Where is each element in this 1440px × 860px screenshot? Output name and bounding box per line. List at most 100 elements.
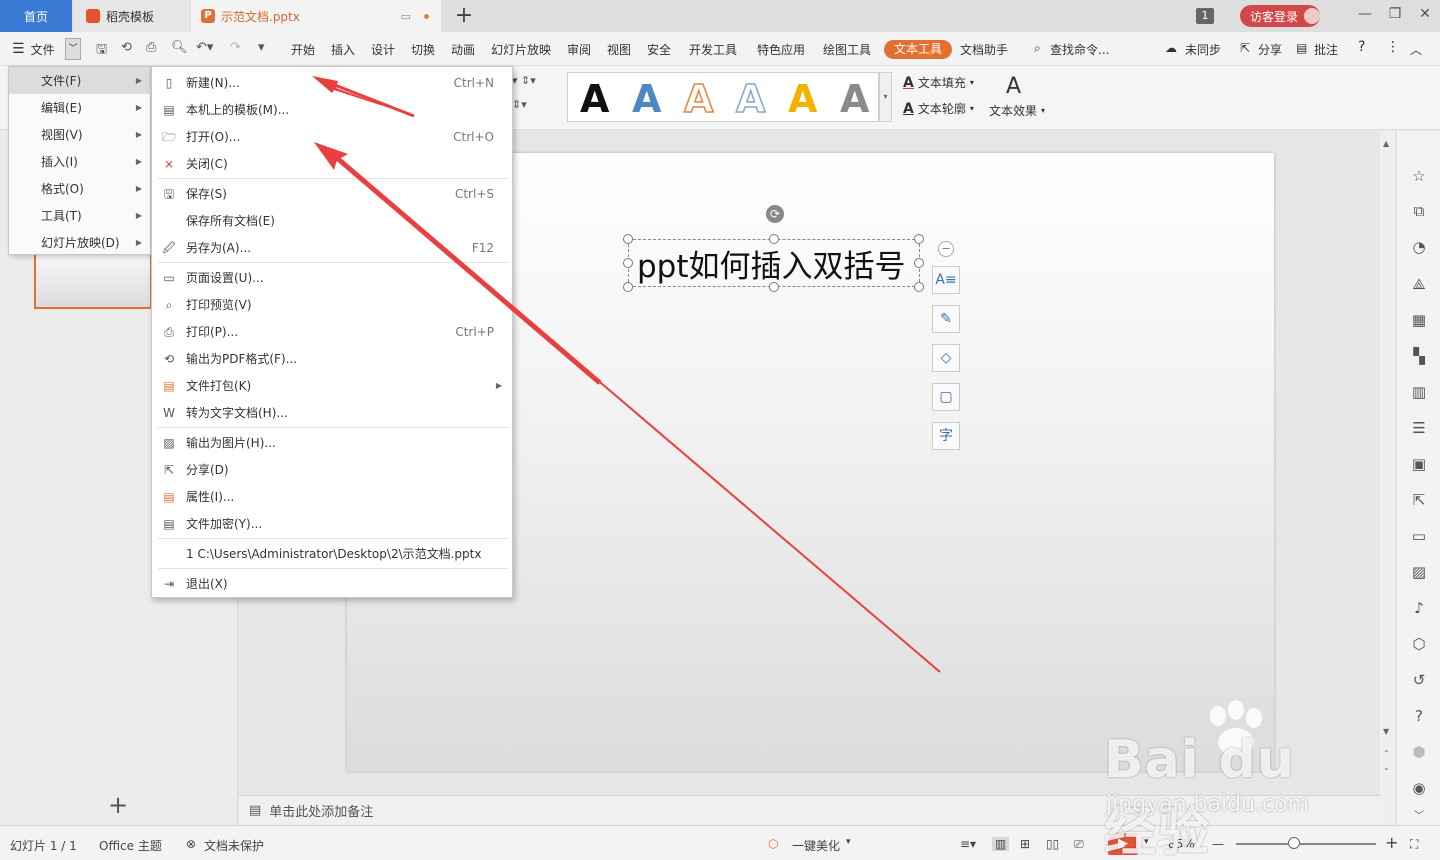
tab-insert[interactable]: 插入 [331,41,355,58]
customize-qat-icon[interactable]: ▾ [258,40,265,55]
tab-design[interactable]: 设计 [371,41,395,58]
tab-doc-assistant[interactable]: 文档助手 [960,41,1008,58]
art-style-gray[interactable]: A [840,77,869,121]
more-icon[interactable]: ⋮ [1386,39,1400,55]
border-tool-icon[interactable]: ▢ [932,383,960,411]
menu-item-recent-file[interactable]: 1 C:\Users\Administrator\Desktop\2\示范文档.… [152,540,512,567]
tab-slideshow[interactable]: 幻灯片放映 [491,41,551,58]
help-circle-icon[interactable]: ? [1409,706,1429,726]
sync-status[interactable]: 未同步 [1185,41,1221,58]
menu-item-save-as[interactable]: 🖉 另存为(A)... F12 [152,234,512,261]
tab-developer[interactable]: 开发工具 [689,41,737,58]
tab-features[interactable]: 特色应用 [757,41,805,58]
text-effect-button[interactable]: 文本效果 ▾ [989,102,1045,119]
title-textbox[interactable]: ppt如何插入双括号 [628,239,920,287]
close-icon[interactable]: ✕ [1414,6,1436,22]
normal-view-icon[interactable]: ▥ [992,837,1010,851]
menu-edit[interactable]: 编辑(E) ▶ [9,94,150,121]
export-share-icon[interactable]: ⇱ [1409,490,1429,510]
help-icon[interactable]: ? [1358,39,1365,55]
file-menu-button[interactable]: ☰ 文件 [12,38,55,60]
redo-icon[interactable]: ↷ [230,40,241,55]
picture-icon[interactable]: ▨ [1409,562,1429,582]
window-count-badge[interactable]: 1 [1196,8,1214,24]
visitor-login-button[interactable]: 访客登录 [1240,5,1320,27]
menu-item-encrypt[interactable]: ▤ 文件加密(Y)... [152,510,512,537]
menu-item-export-pdf[interactable]: ⟲ 输出为PDF格式(F)... [152,345,512,372]
vertical-scrollbar[interactable]: ▲ ▼ ⌃ ⌄ [1380,131,1394,825]
notes-toggle-icon[interactable]: ≡▾ [960,837,976,851]
scroll-up-icon[interactable]: ▲ [1383,139,1389,148]
menu-tools[interactable]: 工具(T) ▶ [9,202,150,229]
theme-name[interactable]: Office 主题 [99,837,162,854]
text-layout-tool-icon[interactable]: A≡ [932,266,960,294]
location-icon[interactable]: ◉ [1409,778,1429,798]
fit-window-icon[interactable]: ⛶ [1410,837,1418,852]
menu-item-open[interactable]: 🗁 打开(O)... Ctrl+O [152,123,512,150]
audio-icon[interactable]: ♪ [1409,598,1429,618]
sorter-view-icon[interactable]: ⊞ [1020,837,1030,851]
resize-handle[interactable] [623,234,633,244]
tab-home[interactable]: 首页 [0,0,72,32]
art-style-blue-outline[interactable]: A [735,76,766,122]
image-gallery-icon[interactable]: ▣ [1409,454,1429,474]
text-fill-button[interactable]: A 文本填充 ▾ [903,74,974,91]
copy-icon[interactable]: ⧉ [1409,201,1429,221]
shapes-icon[interactable]: ◔ [1409,237,1429,257]
menu-item-package[interactable]: ▤ 文件打包(K) ▶ [152,372,512,399]
menu-item-close[interactable]: ⨯ 关闭(C) [152,150,512,177]
add-slide-button[interactable]: + [108,791,128,819]
font-tool-icon[interactable]: 字 [932,422,960,450]
rotate-handle-icon[interactable]: ⟳ [766,205,784,223]
tab-document[interactable]: P 示范文档.pptx ▭ [191,0,441,32]
preview-icon[interactable]: 🔍︎ [171,40,188,55]
comment-button[interactable]: 批注 [1314,41,1338,58]
print-icon[interactable]: ⎙ [146,40,156,55]
text-outline-button[interactable]: A 文本轮廓 ▾ [903,100,974,117]
menu-item-save-all[interactable]: 保存所有文档(E) [152,207,512,234]
tab-view[interactable]: 视图 [607,41,631,58]
cube-icon[interactable]: ⬢ [1409,742,1429,762]
art-style-blue[interactable]: A [632,77,661,121]
scroll-down-icon[interactable]: ▼ [1383,727,1389,736]
beautify-caret-icon[interactable]: ▾ [846,837,851,847]
shield-icon[interactable]: ⬡ [1409,634,1429,654]
menu-insert[interactable]: 插入(I) ▶ [9,148,150,175]
restore-icon[interactable]: ❐ [1384,6,1406,22]
collapse-toolbar-icon[interactable]: − [938,241,954,257]
resize-handle[interactable] [623,282,633,292]
tab-drawing-tools[interactable]: 绘图工具 [823,41,871,58]
line-spacing-icon[interactable]: ⇕▾ [512,98,527,111]
next-slide-icon[interactable]: ⌄ [1383,763,1390,772]
slide-thumbnail[interactable] [34,249,152,309]
undo-icon[interactable]: ↶▾ [196,40,213,55]
sidebar-collapse-icon[interactable]: ﹀ [1409,807,1429,827]
menu-item-exit[interactable]: ⇥ 退出(X) [152,570,512,597]
tab-animation[interactable]: 动画 [451,41,475,58]
presenter-view-icon[interactable]: ⎚ [1074,837,1084,852]
menu-item-to-text[interactable]: W 转为文字文档(H)... [152,399,512,426]
protect-status[interactable]: 文档未保护 [204,837,264,854]
settings-sliders-icon[interactable]: ☰ [1409,418,1429,438]
pen-tool-icon[interactable]: ✎ [932,305,960,333]
menu-view[interactable]: 视图(V) ▶ [9,121,150,148]
menu-format[interactable]: 格式(O) ▶ [9,175,150,202]
menu-item-export-image[interactable]: ▨ 输出为图片(H)... [152,429,512,456]
paragraph-spacing-icon[interactable]: ▾ ⇕▾ [512,74,536,87]
new-tab-button[interactable]: + [452,3,476,28]
fill-tool-icon[interactable]: ◇ [932,344,960,372]
table-icon[interactable]: ▦ [1409,310,1429,330]
menu-slideshow[interactable]: 幻灯片放映(D) ▶ [9,229,150,256]
menu-item-share[interactable]: ⇱ 分享(D) [152,456,512,483]
archive-icon[interactable]: ▭ [1409,526,1429,546]
menu-item-local-template[interactable]: ▤ 本机上的模板(M)... [152,96,512,123]
menu-item-save[interactable]: 🖫 保存(S) Ctrl+S [152,180,512,207]
pin-icon[interactable]: ▭ [401,10,411,23]
save-icon[interactable]: 🖫 [96,40,107,62]
tab-security[interactable]: 安全 [647,41,671,58]
tab-start[interactable]: 开始 [291,41,315,58]
resize-handle[interactable] [914,282,924,292]
export-icon[interactable]: ⟲ [121,40,132,55]
prev-slide-icon[interactable]: ⌃ [1383,749,1390,758]
zoom-in-icon[interactable]: + [1385,833,1398,852]
